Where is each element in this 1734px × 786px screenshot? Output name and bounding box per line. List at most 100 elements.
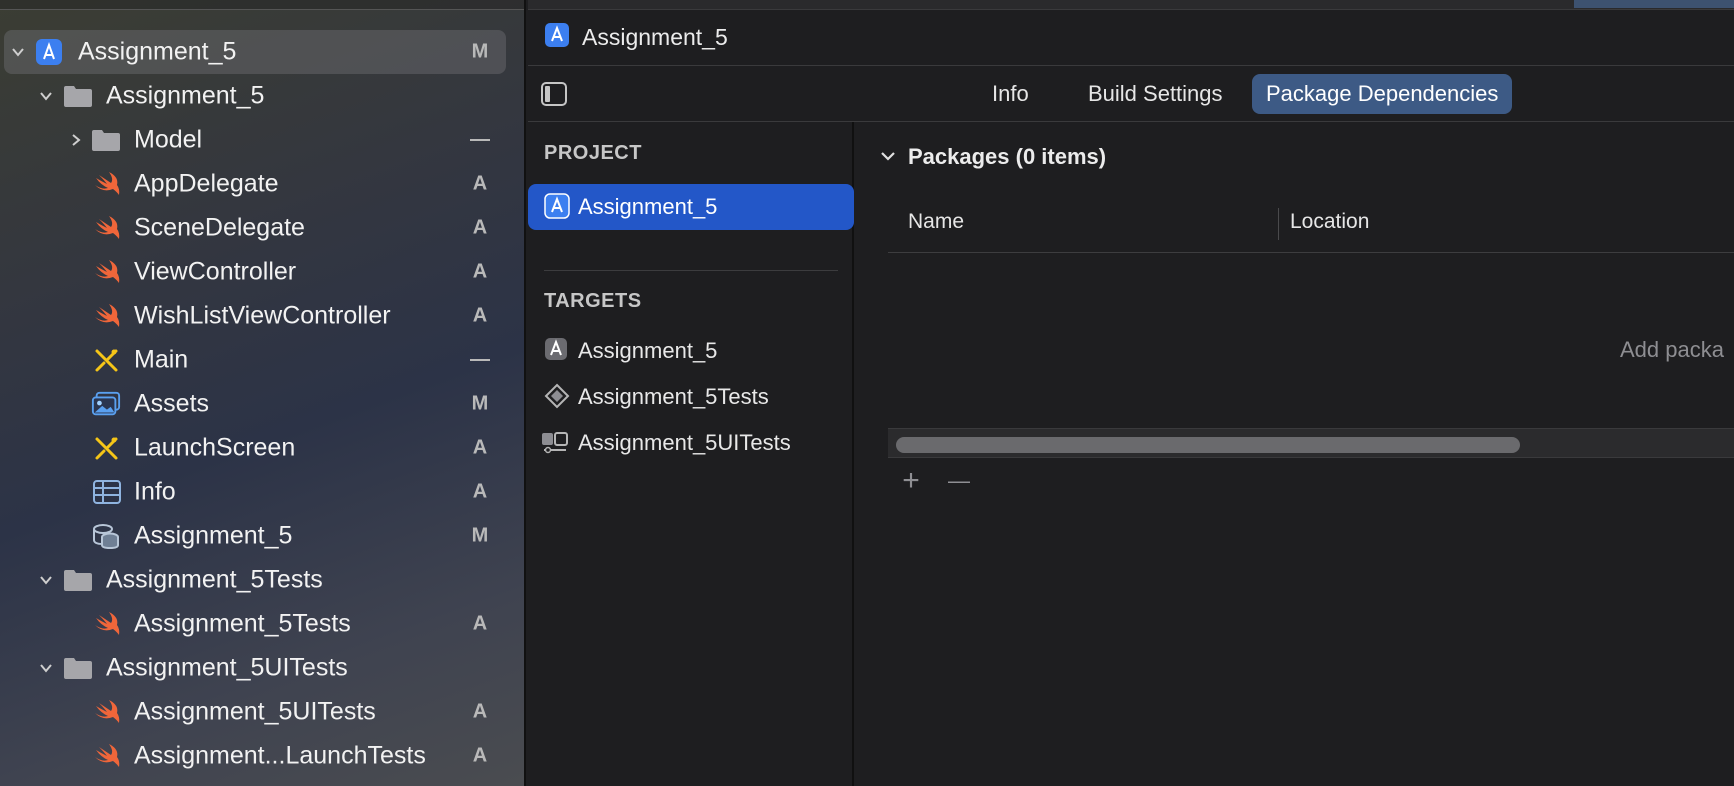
status-badge: M xyxy=(471,524,489,547)
column-header-name[interactable]: Name xyxy=(908,210,964,234)
xcode-project-icon xyxy=(34,37,64,67)
folder-icon xyxy=(63,81,93,111)
core-data-model-icon xyxy=(91,521,121,551)
swift-file-icon xyxy=(92,301,122,331)
empty-state-message: Add packa xyxy=(1620,337,1724,362)
storyboard-icon xyxy=(92,345,122,375)
project-item[interactable]: Assignment_5 xyxy=(528,184,854,230)
folder-icon xyxy=(63,565,93,595)
tab-info[interactable]: Info xyxy=(978,74,1043,114)
targets-section-header: TARGETS xyxy=(544,290,642,312)
swift-file-icon xyxy=(92,741,122,771)
xcode-project-icon xyxy=(544,193,572,221)
horizontal-scrollbar[interactable] xyxy=(888,428,1734,458)
status-badge: — xyxy=(470,348,490,371)
nav-row-label: WishListViewController xyxy=(134,301,391,330)
nav-row-folder-uitests[interactable]: Assignment_5UITests xyxy=(0,646,524,690)
nav-row-label: ViewController xyxy=(134,257,297,286)
nav-row-label: Assignment...LaunchTests xyxy=(134,741,426,770)
tab-build-settings[interactable]: Build Settings xyxy=(1074,74,1237,114)
nav-row-label: Assignment_5UITests xyxy=(134,697,376,726)
ui-test-bundle-icon xyxy=(540,429,570,455)
editor-tab-bar: Info Build Settings Package Dependencies xyxy=(528,66,1734,122)
nav-row-file-uitests[interactable]: Assignment_5UITests A xyxy=(0,690,524,734)
nav-row-file-scenedelegate[interactable]: SceneDelegate A xyxy=(0,206,524,250)
xcode-project-icon[interactable] xyxy=(544,22,572,50)
nav-row-project[interactable]: Assignment_5 M xyxy=(0,30,524,74)
plist-table-icon xyxy=(92,477,122,507)
status-badge: — xyxy=(470,128,490,151)
nav-row-label: LaunchScreen xyxy=(134,433,296,462)
swift-file-icon xyxy=(92,697,122,727)
nav-row-folder-model[interactable]: Model — xyxy=(0,118,524,162)
nav-row-label: Info xyxy=(134,477,176,506)
status-badge: A xyxy=(472,612,488,635)
target-app[interactable]: Assignment_5 xyxy=(528,328,854,372)
nav-row-file-datamodel[interactable]: Assignment_5 M xyxy=(0,514,524,558)
nav-row-label: Main xyxy=(134,345,189,374)
chevron-down-icon[interactable] xyxy=(36,570,56,590)
chevron-right-icon[interactable] xyxy=(66,130,86,150)
section-divider xyxy=(544,270,838,271)
nav-row-file-launchscreen[interactable]: LaunchScreen A xyxy=(0,426,524,470)
nav-row-folder-assignment5[interactable]: Assignment_5 xyxy=(0,74,524,118)
app-target-icon xyxy=(544,337,570,363)
column-header-location[interactable]: Location xyxy=(1290,210,1369,234)
status-badge: A xyxy=(472,172,488,195)
nav-row-label: Assignment_5 xyxy=(134,521,293,550)
swift-file-icon xyxy=(92,609,122,639)
nav-row-label: Assignment_5 xyxy=(106,81,265,110)
status-badge: A xyxy=(472,480,488,503)
nav-row-file-wishlistviewcontroller[interactable]: WishListViewController A xyxy=(0,294,524,338)
jump-bar: Assignment_5 xyxy=(528,10,1734,66)
nav-row-label: SceneDelegate xyxy=(134,213,305,242)
sidebar-toggle-icon[interactable] xyxy=(540,81,568,107)
scrollbar-thumb[interactable] xyxy=(896,437,1520,453)
table-header-divider xyxy=(888,252,1734,253)
project-item-label: Assignment_5 xyxy=(578,194,718,219)
chevron-down-icon[interactable] xyxy=(36,86,56,106)
remove-package-button[interactable]: — xyxy=(942,464,976,498)
add-package-button[interactable]: + xyxy=(894,464,928,498)
nav-row-file-main[interactable]: Main — xyxy=(0,338,524,382)
nav-row-label: Assignment_5 xyxy=(78,37,237,66)
package-dependencies-pane: Packages (0 items) Name Location Add pac… xyxy=(856,122,1734,786)
nav-row-file-info[interactable]: Info A xyxy=(0,470,524,514)
status-badge: M xyxy=(471,392,489,415)
chevron-down-icon[interactable] xyxy=(8,42,28,62)
nav-row-folder-tests[interactable]: Assignment_5Tests xyxy=(0,558,524,602)
chevron-down-icon[interactable] xyxy=(878,146,900,168)
nav-row-file-assets[interactable]: Assets M xyxy=(0,382,524,426)
column-separator xyxy=(1278,208,1279,240)
nav-row-file-tests[interactable]: Assignment_5Tests A xyxy=(0,602,524,646)
status-badge: A xyxy=(472,700,488,723)
storyboard-icon xyxy=(92,433,122,463)
status-badge: A xyxy=(472,260,488,283)
jump-bar-title[interactable]: Assignment_5 xyxy=(582,24,728,51)
status-badge: A xyxy=(472,304,488,327)
status-badge: A xyxy=(472,436,488,459)
nav-row-label: Assignment_5Tests xyxy=(134,609,351,638)
nav-row-file-appdelegate[interactable]: AppDelegate A xyxy=(0,162,524,206)
target-unit-tests[interactable]: Assignment_5Tests xyxy=(528,374,854,418)
folder-icon xyxy=(91,125,121,155)
project-editor: Assignment_5 Info Build Settings Package… xyxy=(528,0,1734,786)
status-badge: M xyxy=(471,40,489,63)
packages-section-header: Packages (0 items) xyxy=(908,144,1107,169)
project-section-header: PROJECT xyxy=(544,142,642,164)
target-label: Assignment_5 xyxy=(578,338,718,363)
target-ui-tests[interactable]: Assignment_5UITests xyxy=(528,420,854,464)
status-badge: A xyxy=(472,216,488,239)
project-targets-list: PROJECT Assignment_5 TARGETS Assignment_… xyxy=(528,122,854,786)
navigator-top-strip xyxy=(0,0,524,10)
tab-package-dependencies[interactable]: Package Dependencies xyxy=(1252,74,1513,114)
window-accent-strip xyxy=(1574,0,1734,8)
nav-row-file-launchtests[interactable]: Assignment...LaunchTests A xyxy=(0,734,524,778)
nav-row-file-viewcontroller[interactable]: ViewController A xyxy=(0,250,524,294)
nav-row-label: Assignment_5UITests xyxy=(106,653,348,682)
project-navigator: Assignment_5 M Assignment_5 Model — AppD… xyxy=(0,0,526,786)
nav-row-label: AppDelegate xyxy=(134,169,279,198)
asset-catalog-icon xyxy=(91,389,121,419)
target-label: Assignment_5UITests xyxy=(578,430,791,455)
chevron-down-icon[interactable] xyxy=(36,658,56,678)
